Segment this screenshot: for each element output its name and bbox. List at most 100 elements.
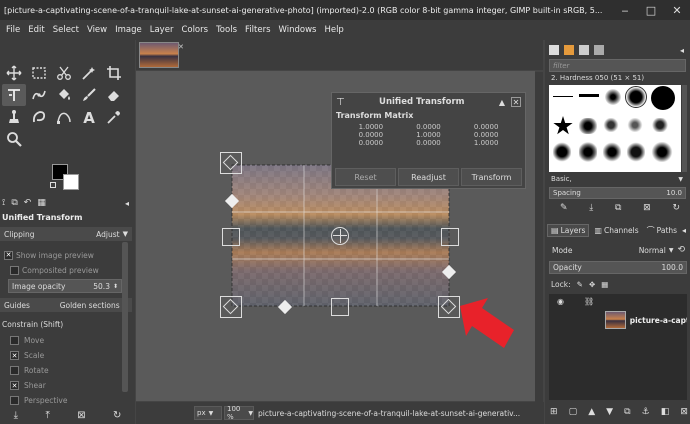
new-group-icon[interactable]: ▢ — [569, 407, 578, 421]
lock-pixels-icon[interactable]: ✎ — [577, 280, 583, 289]
tab-layers[interactable]: ▤ Layers — [547, 223, 590, 237]
tool-options-tab-icon[interactable]: ⟟ — [2, 198, 5, 208]
menu-layer[interactable]: Layer — [146, 25, 178, 35]
panel-menu-icon[interactable]: ◂ — [682, 226, 686, 235]
menu-tools[interactable]: Tools — [212, 25, 241, 35]
panel-menu-icon[interactable]: ◂ — [680, 46, 684, 55]
constraint-rotate[interactable]: Rotate — [10, 363, 120, 378]
tool-options-scrollbar[interactable] — [122, 242, 128, 392]
edit-brush-icon[interactable]: ✎ — [560, 203, 568, 215]
brush-preset-select[interactable]: Basic, ▼ — [549, 173, 686, 185]
eraser-tool-icon[interactable] — [102, 84, 126, 106]
panel-menu-icon[interactable]: ◂ — [125, 199, 135, 208]
brush-grid-scrollbar[interactable] — [682, 85, 687, 172]
close-tab-icon[interactable]: ✕ — [178, 43, 185, 51]
duplicate-brush-icon[interactable]: ⧉ — [615, 203, 621, 215]
smudge-tool-icon[interactable] — [27, 106, 51, 128]
scale-handle-bottom[interactable] — [331, 298, 349, 316]
background-color-swatch[interactable] — [63, 174, 79, 190]
checkbox-icon[interactable] — [10, 396, 19, 405]
refresh-brushes-icon[interactable]: ↻ — [672, 203, 680, 215]
checkbox-checked-icon[interactable]: ✕ — [10, 351, 19, 360]
bucket-fill-tool-icon[interactable] — [52, 84, 76, 106]
zoom-select[interactable]: 100 % ▼ — [224, 405, 254, 421]
menu-colors[interactable]: Colors — [177, 25, 212, 35]
color-picker-tool-icon[interactable] — [102, 106, 126, 128]
transform-button[interactable]: Transform — [461, 168, 522, 186]
scale-handle-right[interactable] — [441, 228, 459, 246]
scale-handle-left[interactable] — [222, 228, 240, 246]
readjust-button[interactable]: Readjust — [398, 168, 459, 186]
new-layer-icon[interactable]: ⊞ — [550, 407, 558, 421]
restore-preset-icon[interactable]: ⤒ — [45, 410, 49, 421]
warp-transform-tool-icon[interactable] — [27, 84, 51, 106]
undo-history-tab-icon[interactable]: ↶ — [24, 198, 32, 208]
unit-select[interactable]: px ▼ — [194, 406, 222, 420]
raise-layer-icon[interactable]: ▲ — [588, 407, 595, 421]
menu-filters[interactable]: Filters — [241, 25, 274, 35]
text-tool-icon[interactable]: A — [77, 106, 101, 128]
checkbox-checked-icon[interactable]: ✕ — [10, 381, 19, 390]
menu-help[interactable]: Help — [320, 25, 347, 35]
fuzzy-select-tool-icon[interactable] — [77, 62, 101, 84]
rect-select-tool-icon[interactable] — [27, 62, 51, 84]
constraint-scale[interactable]: ✕ Scale — [10, 348, 120, 363]
save-preset-icon[interactable]: ⤓ — [14, 410, 18, 421]
delete-preset-icon[interactable]: ⊠ — [77, 410, 85, 421]
new-brush-icon[interactable]: ⤓ — [589, 203, 593, 215]
mask-layer-icon[interactable]: ◧ — [661, 407, 670, 421]
document-history-tab-icon[interactable] — [594, 45, 604, 55]
fonts-tab-icon[interactable] — [579, 45, 589, 55]
image-tab-thumbnail[interactable] — [139, 42, 179, 68]
anchor-layer-icon[interactable]: ⚓ — [642, 407, 650, 421]
duplicate-layer-icon[interactable]: ⧉ — [624, 407, 630, 421]
dialog-close-icon[interactable]: ✕ — [511, 97, 521, 107]
reset-button[interactable]: Reset — [335, 168, 396, 186]
brushes-tab-icon[interactable] — [549, 45, 559, 55]
tab-paths[interactable]: ⌒ Paths — [644, 224, 680, 237]
menu-select[interactable]: Select — [49, 25, 83, 35]
device-status-tab-icon[interactable]: ⧉ — [11, 198, 17, 208]
menu-file[interactable]: File — [2, 25, 24, 35]
clipping-row[interactable]: Clipping Adjust ▼ — [0, 227, 132, 241]
clone-tool-icon[interactable] — [2, 106, 26, 128]
constraint-move[interactable]: Move — [10, 333, 120, 348]
zoom-tool-icon[interactable] — [2, 128, 26, 150]
patterns-tab-icon[interactable] — [564, 45, 574, 55]
delete-brush-icon[interactable]: ⊠ — [643, 203, 651, 215]
constraint-shear[interactable]: ✕ Shear — [10, 378, 120, 393]
brush-grid[interactable] — [549, 85, 681, 172]
spinner-icon[interactable]: ⬍ — [113, 283, 118, 290]
lock-alpha-icon[interactable]: ▦ — [601, 280, 608, 289]
tab-channels[interactable]: ▥ Channels — [591, 225, 641, 236]
unified-transform-tool-icon[interactable] — [2, 84, 26, 106]
layer-mode-row[interactable]: Mode Normal ▼ ⟲ — [549, 243, 687, 257]
guides-row[interactable]: Guides Golden sections ▼ — [0, 298, 132, 312]
menu-view[interactable]: View — [83, 25, 111, 35]
images-tab-icon[interactable]: ▦ — [37, 198, 46, 208]
delete-layer-icon[interactable]: ⊠ — [680, 407, 688, 421]
crop-tool-icon[interactable] — [102, 62, 126, 84]
menu-image[interactable]: Image — [111, 25, 146, 35]
scissors-tool-icon[interactable] — [52, 62, 76, 84]
vertical-scrollbar[interactable] — [535, 72, 543, 402]
checkbox-icon[interactable] — [10, 265, 19, 275]
maximize-button[interactable]: □ — [638, 0, 664, 20]
path-tool-icon[interactable] — [52, 106, 76, 128]
paintbrush-tool-icon[interactable] — [77, 84, 101, 106]
checkbox-checked-icon[interactable]: ✕ — [4, 250, 13, 260]
layer-opacity-slider[interactable]: Opacity 100.0 — [549, 261, 687, 274]
checkbox-icon[interactable] — [10, 366, 19, 375]
show-preview-row[interactable]: ✕ Show image preview — [0, 248, 132, 262]
brush-filter-input[interactable]: filter — [549, 59, 686, 72]
layer-mode-switch-icon[interactable]: ⟲ — [677, 245, 685, 255]
reset-preset-icon[interactable]: ↻ — [113, 410, 121, 421]
close-button[interactable]: ✕ — [664, 0, 690, 20]
checkbox-icon[interactable] — [10, 336, 19, 345]
move-tool-icon[interactable] — [2, 62, 26, 84]
reset-colors-icon[interactable] — [50, 182, 56, 188]
lower-layer-icon[interactable]: ▼ — [606, 407, 613, 421]
menu-windows[interactable]: Windows — [275, 25, 321, 35]
menu-edit[interactable]: Edit — [24, 25, 48, 35]
layer-row[interactable]: picture-a-captiv — [549, 308, 687, 332]
